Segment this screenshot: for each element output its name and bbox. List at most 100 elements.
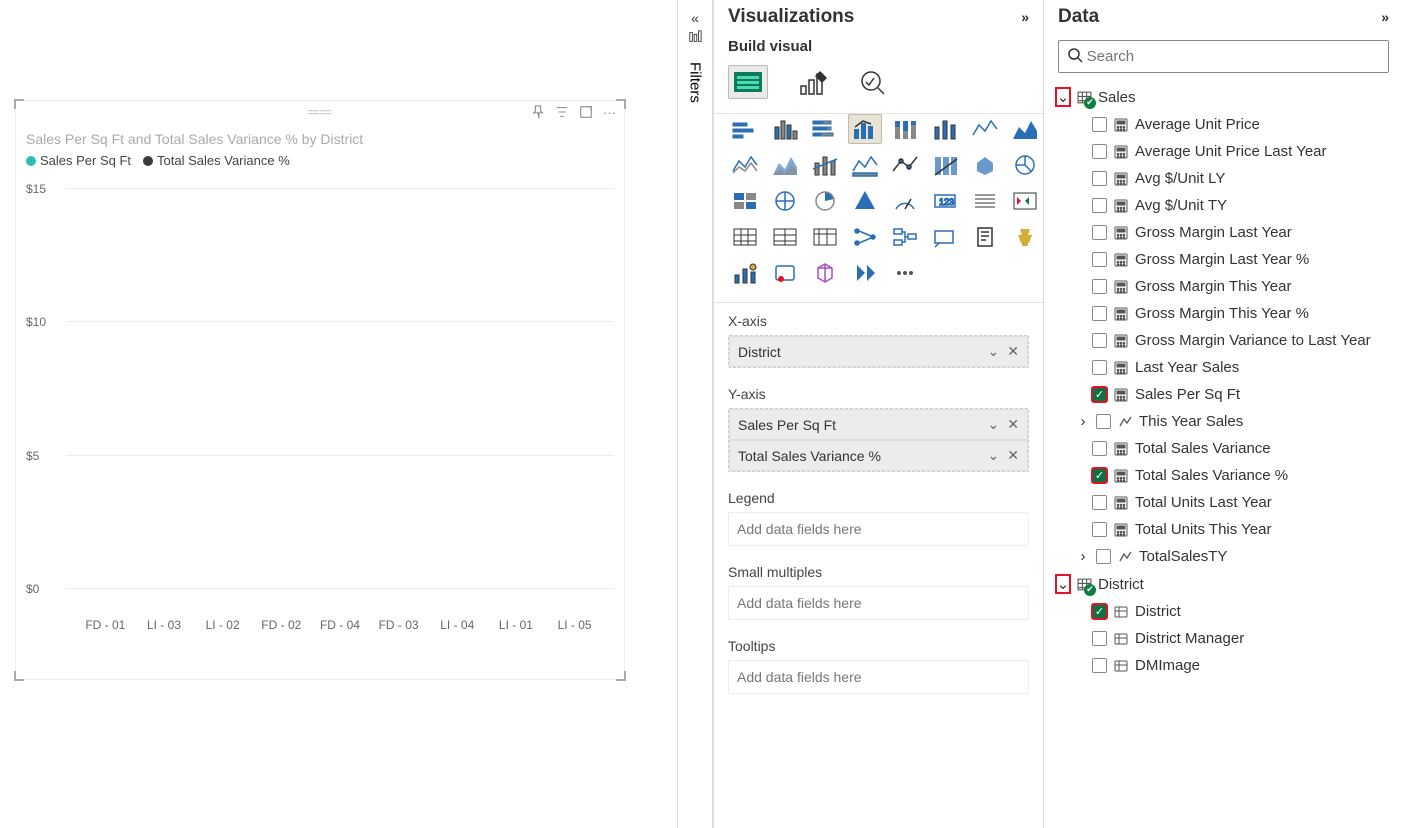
viz-type-icon-26[interactable] [808,222,842,252]
viz-type-icon-9[interactable] [768,150,802,180]
field-row[interactable]: Total Units This Year [1052,516,1395,543]
field-checkbox[interactable] [1096,549,1111,564]
resize-handle-bl[interactable] [14,671,24,681]
table-node[interactable]: ⌄Sales [1052,83,1395,111]
viz-type-icon-16[interactable] [728,186,762,216]
remove-field-icon[interactable]: ✕ [1007,416,1019,433]
collapse-data-icon[interactable]: » [1381,9,1389,25]
viz-type-icon-11[interactable] [848,150,882,180]
field-row[interactable]: ✓District [1052,598,1395,625]
chevron-down-icon[interactable]: ⌄ [988,416,1000,433]
field-row[interactable]: Average Unit Price [1052,111,1395,138]
field-checkbox[interactable] [1092,360,1107,375]
field-checkbox[interactable] [1092,144,1107,159]
field-pill[interactable]: District⌄✕ [729,336,1028,367]
viz-type-icon-8[interactable] [728,150,762,180]
viz-type-icon-25[interactable] [768,222,802,252]
more-options-icon[interactable]: ··· [603,105,616,122]
viz-type-icon-4[interactable] [888,114,922,144]
field-well-dropzone[interactable]: Add data fields here [728,660,1029,694]
viz-type-icon-6[interactable] [968,114,1002,144]
viz-type-icon-17[interactable] [768,186,802,216]
field-well-dropzone[interactable]: Sales Per Sq Ft⌄✕Total Sales Variance %⌄… [728,408,1029,472]
search-input[interactable] [1087,48,1380,65]
field-checkbox[interactable] [1092,171,1107,186]
field-checkbox[interactable] [1092,333,1107,348]
viz-type-icon-7[interactable] [1008,114,1042,144]
field-row[interactable]: Total Sales Variance [1052,435,1395,462]
field-row[interactable]: Last Year Sales [1052,354,1395,381]
remove-field-icon[interactable]: ✕ [1007,447,1019,464]
field-checkbox[interactable] [1092,522,1107,537]
viz-type-icon-5[interactable] [928,114,962,144]
expand-filters-icon[interactable]: « [691,10,699,26]
table-node[interactable]: ⌄District [1052,570,1395,598]
chevron-down-icon[interactable]: ⌄ [988,447,1000,464]
field-row[interactable]: Average Unit Price Last Year [1052,138,1395,165]
analytics-tab[interactable] [858,68,888,96]
field-pill[interactable]: Sales Per Sq Ft⌄✕ [729,409,1028,440]
viz-type-icon-0[interactable] [728,114,762,144]
collapse-visualizations-icon[interactable]: » [1021,9,1029,25]
viz-type-icon-13[interactable] [928,150,962,180]
field-row[interactable]: ✓Sales Per Sq Ft [1052,381,1395,408]
resize-handle-br[interactable] [616,671,626,681]
caret-icon[interactable]: ⌄ [1056,88,1070,106]
viz-type-icon-23[interactable] [1008,186,1042,216]
viz-type-icon-21[interactable]: 123 [928,186,962,216]
viz-type-icon-18[interactable] [808,186,842,216]
field-row[interactable]: Gross Margin This Year % [1052,300,1395,327]
field-checkbox[interactable] [1092,252,1107,267]
caret-icon[interactable]: › [1076,413,1090,430]
field-checkbox[interactable] [1092,117,1107,132]
field-checkbox[interactable] [1092,631,1107,646]
field-checkbox[interactable] [1092,658,1107,673]
field-checkbox[interactable]: ✓ [1092,468,1107,483]
field-checkbox[interactable] [1092,225,1107,240]
viz-type-icon-36[interactable] [888,258,922,288]
viz-type-icon-34[interactable] [808,258,842,288]
chart-visual-frame[interactable]: ══ ··· Sales Per Sq Ft and Total Sales V… [15,100,625,680]
field-row[interactable]: ›TotalSalesTY [1052,543,1395,570]
field-well-dropzone[interactable]: Add data fields here [728,586,1029,620]
viz-type-icon-12[interactable] [888,150,922,180]
field-row[interactable]: Gross Margin Last Year [1052,219,1395,246]
format-visual-tab[interactable] [798,68,828,96]
viz-type-icon-19[interactable] [848,186,882,216]
viz-type-icon-2[interactable] [808,114,842,144]
chevron-down-icon[interactable]: ⌄ [988,343,1000,360]
viz-type-icon-29[interactable] [928,222,962,252]
field-checkbox[interactable] [1092,441,1107,456]
viz-type-icon-20[interactable] [888,186,922,216]
search-input-wrapper[interactable] [1058,40,1389,73]
caret-icon[interactable]: › [1076,548,1090,565]
field-checkbox[interactable] [1096,414,1111,429]
viz-type-icon-14[interactable] [968,150,1002,180]
viz-type-icon-30[interactable] [968,222,1002,252]
viz-type-icon-3[interactable] [848,114,882,144]
viz-type-icon-10[interactable] [808,150,842,180]
field-checkbox[interactable]: ✓ [1092,387,1107,402]
viz-type-icon-15[interactable] [1008,150,1042,180]
field-well-dropzone[interactable]: Add data fields here [728,512,1029,546]
field-checkbox[interactable] [1092,279,1107,294]
field-row[interactable]: Avg $/Unit LY [1052,165,1395,192]
viz-type-icon-24[interactable] [728,222,762,252]
filters-label[interactable]: Filters [687,62,704,103]
field-row[interactable]: Total Units Last Year [1052,489,1395,516]
field-checkbox[interactable] [1092,198,1107,213]
field-row[interactable]: Gross Margin Variance to Last Year [1052,327,1395,354]
focus-mode-icon[interactable] [579,105,593,122]
drag-handle-icon[interactable]: ══ [308,104,333,122]
field-row[interactable]: District Manager [1052,625,1395,652]
report-canvas[interactable]: ══ ··· Sales Per Sq Ft and Total Sales V… [0,0,677,828]
field-row[interactable]: Avg $/Unit TY [1052,192,1395,219]
filter-icon[interactable] [555,105,569,122]
caret-icon[interactable]: ⌄ [1056,575,1070,593]
viz-type-icon-32[interactable] [728,258,762,288]
build-visual-tab[interactable] [728,65,768,99]
field-row[interactable]: Gross Margin This Year [1052,273,1395,300]
field-row[interactable]: ›This Year Sales [1052,408,1395,435]
field-checkbox[interactable]: ✓ [1092,604,1107,619]
field-checkbox[interactable] [1092,495,1107,510]
